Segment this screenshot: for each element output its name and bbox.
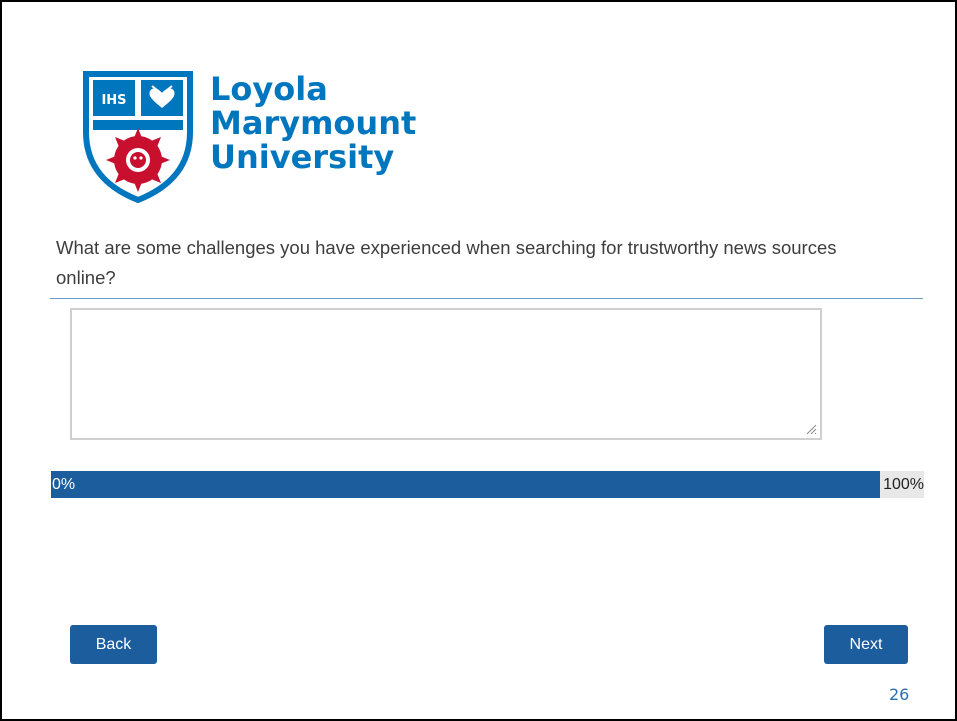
progress-bar: 0% 100% — [51, 471, 924, 498]
answer-textarea[interactable] — [70, 308, 822, 440]
next-button[interactable]: Next — [824, 625, 908, 664]
logo-line-2: Marymount — [210, 104, 417, 142]
question-text: What are some challenges you have experi… — [56, 237, 837, 288]
progress-end-label: 100% — [883, 476, 924, 493]
logo-line-3: University — [210, 138, 395, 176]
resize-grip-icon[interactable] — [805, 423, 817, 435]
shield-monogram: IHS — [101, 93, 126, 108]
progress-fill — [51, 471, 881, 498]
progress-start-label: 0% — [52, 476, 76, 493]
question-divider — [50, 298, 923, 299]
slide: IHS Loyola Marymount University What are… — [0, 0, 957, 721]
page-number: 26 — [889, 685, 910, 704]
university-logo: IHS Loyola Marymount University — [82, 70, 442, 210]
lmu-shield-icon: IHS — [83, 71, 193, 204]
back-button[interactable]: Back — [70, 625, 157, 664]
logo-line-1: Loyola — [210, 70, 328, 108]
logo-wordmark: Loyola Marymount University — [210, 72, 416, 174]
